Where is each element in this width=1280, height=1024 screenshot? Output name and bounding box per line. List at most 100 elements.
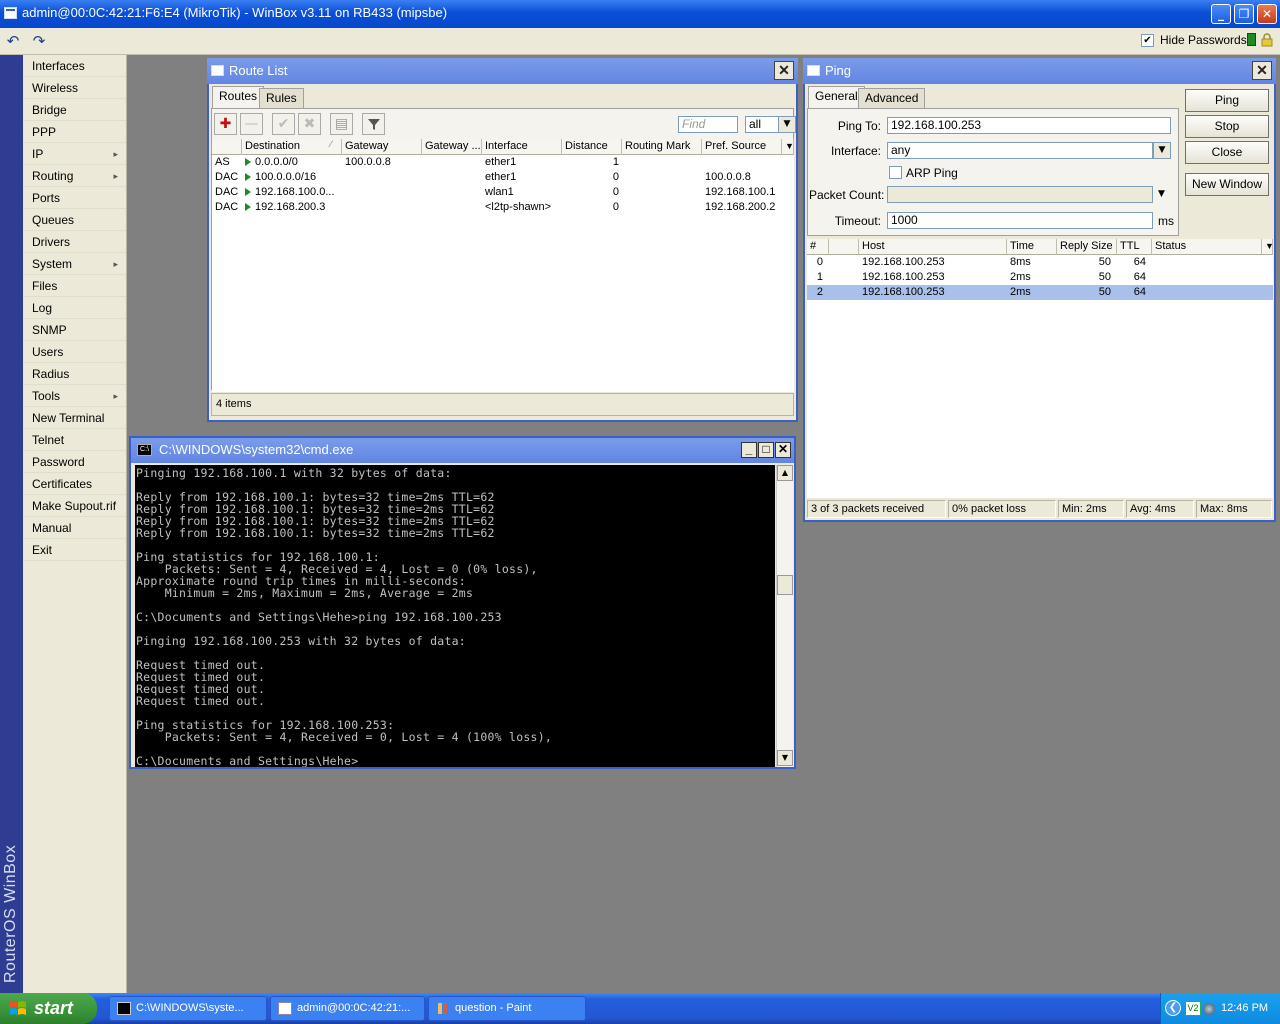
menu-item-label: Files — [32, 279, 58, 293]
menu-item-manual[interactable]: Manual — [23, 517, 126, 539]
tab-general[interactable]: General — [808, 86, 865, 109]
menu-item-system[interactable]: System ▸ — [23, 253, 126, 275]
table-row[interactable]: DAC 192.168.100.0... wlan1 0 192.168.100.1 — [212, 185, 794, 200]
hide-passwords-checkbox[interactable]: ✔ Hide Passwords — [1141, 33, 1247, 47]
menu-item-password[interactable]: Password — [23, 451, 126, 473]
cmd-close-button[interactable]: ✕ — [775, 442, 791, 458]
scroll-thumb[interactable] — [777, 575, 793, 595]
menu-item-users[interactable]: Users — [23, 341, 126, 363]
remove-route-button[interactable]: — — [240, 113, 263, 135]
task-winbox[interactable]: admin@00:0C:42:21:... — [270, 996, 425, 1021]
column-header[interactable]: Routing Mark — [622, 139, 702, 155]
table-row[interactable]: AS 0.0.0.0/0 100.0.0.8 ether1 1 — [212, 155, 794, 170]
menu-item-snmp[interactable]: SNMP — [23, 319, 126, 341]
menu-item-ppp[interactable]: PPP — [23, 121, 126, 143]
menu-item-files[interactable]: Files — [23, 275, 126, 297]
column-header[interactable]: Distance — [562, 139, 622, 155]
column-chooser-icon[interactable]: ▼ — [1262, 239, 1273, 255]
v2-tray-icon[interactable]: V2 — [1185, 1001, 1201, 1016]
menu-item-tools[interactable]: Tools ▸ — [23, 385, 126, 407]
menu-item-make-supout-rif[interactable]: Make Supout.rif — [23, 495, 126, 517]
packet-count-input[interactable] — [887, 186, 1153, 203]
menu-item-log[interactable]: Log — [23, 297, 126, 319]
comment-button[interactable]: ▤ — [330, 113, 353, 135]
interface-dropdown-icon[interactable]: ▼ — [1153, 142, 1171, 159]
table-row[interactable]: 1 192.168.100.253 2ms 50 64 — [807, 270, 1273, 285]
add-route-button[interactable]: ✚ — [214, 113, 237, 135]
menu-item-certificates[interactable]: Certificates — [23, 473, 126, 495]
column-header[interactable]: Status — [1152, 239, 1262, 255]
start-button[interactable]: start — [0, 993, 97, 1024]
column-header[interactable]: Destination — [242, 139, 342, 155]
close-button[interactable]: Close — [1185, 141, 1269, 164]
console-output[interactable]: Pinging 192.168.100.1 with 32 bytes of d… — [135, 465, 775, 767]
task-paint[interactable]: question - Paint — [428, 996, 586, 1021]
menu-item-exit[interactable]: Exit — [23, 539, 126, 561]
column-header[interactable]: TTL — [1117, 239, 1152, 255]
interface-select[interactable]: any — [887, 142, 1153, 159]
table-row[interactable]: DAC 100.0.0.0/16 ether1 0 100.0.0.8 — [212, 170, 794, 185]
disable-route-button[interactable]: ✖ — [298, 113, 321, 135]
column-header[interactable]: Gateway — [342, 139, 422, 155]
cmd-maximize-button[interactable]: □ — [758, 442, 774, 458]
column-header[interactable]: Gateway ... — [422, 139, 482, 155]
tab-routes[interactable]: Routes — [212, 86, 265, 109]
enable-route-button[interactable]: ✔ — [272, 113, 295, 135]
cmd-minimize-button[interactable]: _ — [741, 442, 757, 458]
stop-button[interactable]: Stop — [1185, 115, 1269, 138]
column-header[interactable]: Interface — [482, 139, 562, 155]
route-list-close-button[interactable]: ✕ — [774, 61, 794, 80]
column-header[interactable]: Time — [1007, 239, 1057, 255]
menu-item-label: Radius — [32, 367, 70, 381]
checkbox-box[interactable]: ✔ — [1141, 33, 1154, 47]
menu-item-wireless[interactable]: Wireless — [23, 77, 126, 99]
column-header[interactable]: Reply Size — [1057, 239, 1117, 255]
menu-item-new-terminal[interactable]: New Terminal — [23, 407, 126, 429]
tab-advanced[interactable]: Advanced — [858, 88, 926, 109]
ping-button[interactable]: Ping — [1185, 89, 1269, 112]
find-input[interactable]: Find — [678, 116, 738, 133]
timeout-input[interactable]: 1000 — [887, 212, 1153, 229]
menu-item-radius[interactable]: Radius — [23, 363, 126, 385]
undo-icon[interactable]: ↶ — [2, 31, 24, 52]
new-window-button[interactable]: New Window — [1185, 173, 1269, 196]
column-header[interactable] — [829, 239, 859, 255]
column-chooser-icon[interactable]: ▼ — [782, 139, 794, 155]
cell-time: 8ms — [1010, 256, 1031, 268]
redo-icon[interactable]: ↷ — [28, 31, 50, 52]
arp-ping-checkbox[interactable] — [889, 166, 902, 179]
task-cmd[interactable]: C:\WINDOWS\syste... — [109, 996, 267, 1021]
show-hidden-icons-button[interactable]: ❮ — [1165, 1000, 1181, 1016]
ping-to-input[interactable]: 192.168.100.253 — [887, 117, 1171, 134]
filter-dropdown-icon[interactable]: ▼ — [778, 116, 796, 133]
filter-button[interactable] — [362, 113, 385, 135]
scroll-up-arrow-icon[interactable]: ▲ — [777, 465, 793, 481]
menu-item-ports[interactable]: Ports — [23, 187, 126, 209]
column-header[interactable]: # — [807, 239, 829, 255]
table-row[interactable]: 0 192.168.100.253 8ms 50 64 — [807, 255, 1273, 270]
network-tray-icon[interactable] — [1203, 1003, 1215, 1015]
packet-count-dropdown-icon[interactable]: ▼ — [1158, 189, 1165, 199]
column-header[interactable]: Pref. Source — [702, 139, 782, 155]
menu-item-routing[interactable]: Routing ▸ — [23, 165, 126, 187]
ping-table: 0 192.168.100.253 8ms 50 64 1 192.168.100.253 2… — [807, 255, 1273, 498]
table-row[interactable]: DAC 192.168.200.3 <l2tp-shawn> 0 192.168.200… — [212, 200, 794, 215]
scroll-down-arrow-icon[interactable]: ▼ — [777, 750, 793, 766]
table-row[interactable]: 2 192.168.100.253 2ms 50 64 — [807, 285, 1273, 300]
menu-item-telnet[interactable]: Telnet — [23, 429, 126, 451]
filter-select[interactable]: all — [745, 116, 779, 133]
menu-item-drivers[interactable]: Drivers — [23, 231, 126, 253]
column-header[interactable]: Host — [859, 239, 1007, 255]
menu-item-queues[interactable]: Queues — [23, 209, 126, 231]
menu-item-bridge[interactable]: Bridge — [23, 99, 126, 121]
close-button[interactable]: ✕ — [1257, 4, 1277, 24]
menu-item-ip[interactable]: IP ▸ — [23, 143, 126, 165]
ping-close-x-button[interactable]: ✕ — [1252, 61, 1272, 80]
minimize-button[interactable]: _ — [1211, 4, 1231, 24]
maximize-button[interactable]: ❐ — [1234, 4, 1254, 24]
route-status-bar: 4 items — [211, 393, 794, 416]
tab-rules[interactable]: Rules — [259, 88, 304, 109]
menu-item-interfaces[interactable]: Interfaces — [23, 55, 126, 77]
cmd-scrollbar[interactable]: ▲ ▼ — [776, 465, 793, 767]
column-header[interactable] — [212, 139, 242, 155]
